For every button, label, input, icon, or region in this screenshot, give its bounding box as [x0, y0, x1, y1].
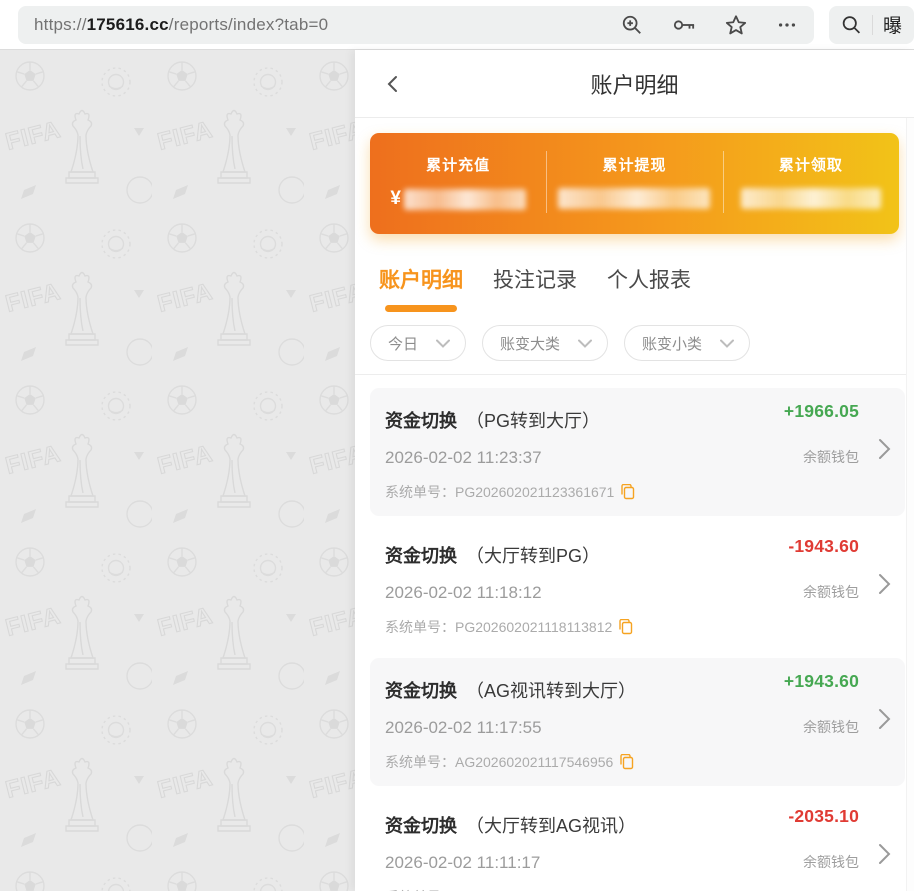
chevron-down-icon: [720, 339, 734, 348]
summary-total-claimed: 累计领取: [723, 154, 899, 234]
order-number: AG202602021117546956: [455, 754, 613, 770]
transaction-direction: （大厅转到AG视讯）: [466, 816, 636, 836]
transaction-amount: -2035.10: [788, 806, 859, 827]
filter-major-category-dropdown[interactable]: 账变大类: [482, 325, 608, 361]
tab-account-detail[interactable]: 账户明细: [379, 264, 463, 312]
censored-value: [558, 188, 710, 209]
summary-total-withdrawal: 累计提现: [546, 154, 722, 234]
summary-card: 累计充值 ¥ 累计提现 累计领取: [370, 133, 899, 234]
wallet-label: 余额钱包: [803, 447, 859, 467]
transaction-amount: +1943.60: [784, 671, 859, 692]
url-text: https://175616.cc/reports/index?tab=0: [34, 15, 621, 35]
order-label: 系统单号：: [385, 887, 455, 891]
order-label: 系统单号：: [385, 482, 455, 502]
address-bar[interactable]: https://175616.cc/reports/index?tab=0: [18, 6, 814, 44]
transaction-item[interactable]: 资金切换（大厅转到PG） 2026-02-02 11:18:12 系统单号：PG…: [370, 523, 905, 651]
copy-icon[interactable]: [619, 619, 633, 635]
url-scheme: https://: [34, 15, 87, 34]
transaction-amount: -1943.60: [788, 536, 859, 557]
chevron-right-icon: [877, 708, 892, 730]
transaction-direction: （PG转到大厅）: [466, 411, 600, 431]
transaction-type: 资金切换: [385, 681, 457, 701]
copy-icon[interactable]: [621, 484, 635, 500]
key-icon[interactable]: [672, 14, 696, 36]
transaction-item[interactable]: 资金切换（PG转到大厅） 2026-02-02 11:23:37 系统单号：PG…: [370, 388, 905, 516]
star-icon[interactable]: [725, 14, 747, 36]
more-options-icon[interactable]: [776, 14, 798, 36]
divider: [872, 15, 873, 35]
order-number: PG202602021123361671: [455, 484, 614, 500]
filter-minor-category-dropdown[interactable]: 账变小类: [624, 325, 750, 361]
wallet-label: 余额钱包: [803, 717, 859, 737]
filter-date-dropdown[interactable]: 今日: [370, 325, 466, 361]
summary-label: 累计提现: [546, 154, 722, 175]
transaction-list: 资金切换（PG转到大厅） 2026-02-02 11:23:37 系统单号：PG…: [355, 375, 914, 891]
transaction-direction: （AG视讯转到大厅）: [466, 681, 636, 701]
wallet-label: 余额钱包: [803, 582, 859, 602]
chevron-down-icon: [578, 339, 592, 348]
chevron-down-icon: [436, 339, 450, 348]
chevron-right-icon: [877, 573, 892, 595]
transaction-amount: +1966.05: [784, 401, 859, 422]
transaction-type: 资金切换: [385, 546, 457, 566]
tab-personal-report[interactable]: 个人报表: [607, 264, 691, 312]
order-label: 系统单号：: [385, 617, 455, 637]
summary-label: 累计充值: [370, 154, 546, 175]
browser-search-box[interactable]: 曝: [829, 6, 914, 44]
tab-bet-records[interactable]: 投注记录: [493, 264, 577, 312]
currency-symbol: ¥: [390, 188, 401, 210]
page-title: 账户明细: [355, 68, 914, 100]
filter-row: 今日 账变大类 账变小类: [355, 312, 914, 361]
chevron-right-icon: [877, 438, 892, 460]
censored-value: [741, 188, 881, 209]
summary-total-deposit: 累计充值 ¥: [370, 154, 546, 234]
transaction-type: 资金切换: [385, 816, 457, 836]
copy-icon[interactable]: [620, 754, 634, 770]
censored-value: [404, 189, 526, 210]
page-header: 账户明细: [355, 50, 914, 118]
active-tab-underline: [385, 305, 456, 312]
url-path: /reports/index?tab=0: [169, 15, 328, 34]
transaction-item[interactable]: 资金切换（AG视讯转到大厅） 2026-02-02 11:17:55 系统单号：…: [370, 658, 905, 786]
fifa-wallpaper: FIFA: [0, 50, 355, 891]
transaction-direction: （大厅转到PG）: [466, 546, 600, 566]
scrollbar-track[interactable]: [906, 118, 914, 891]
order-number: PG202602021118113812: [455, 619, 612, 635]
browser-toolbar: https://175616.cc/reports/index?tab=0: [0, 0, 914, 50]
wallet-label: 余额钱包: [803, 852, 859, 872]
chevron-left-icon: [383, 74, 403, 94]
back-button[interactable]: [379, 70, 407, 98]
account-detail-panel: 账户明细 累计充值 ¥ 累计提现 累计领取 账户明细: [355, 50, 914, 891]
summary-label: 累计领取: [723, 154, 899, 175]
search-query-text: 曝: [883, 11, 902, 38]
transaction-item[interactable]: 资金切换（大厅转到AG视讯） 2026-02-02 11:11:17 系统单号：…: [370, 793, 905, 891]
search-icon: [841, 14, 862, 36]
url-domain: 175616.cc: [87, 15, 169, 34]
report-tabs: 账户明细 投注记录 个人报表: [355, 234, 914, 312]
chevron-right-icon: [877, 843, 892, 865]
order-label: 系统单号：: [385, 752, 455, 772]
zoom-in-icon[interactable]: [621, 14, 643, 36]
transaction-type: 资金切换: [385, 411, 457, 431]
